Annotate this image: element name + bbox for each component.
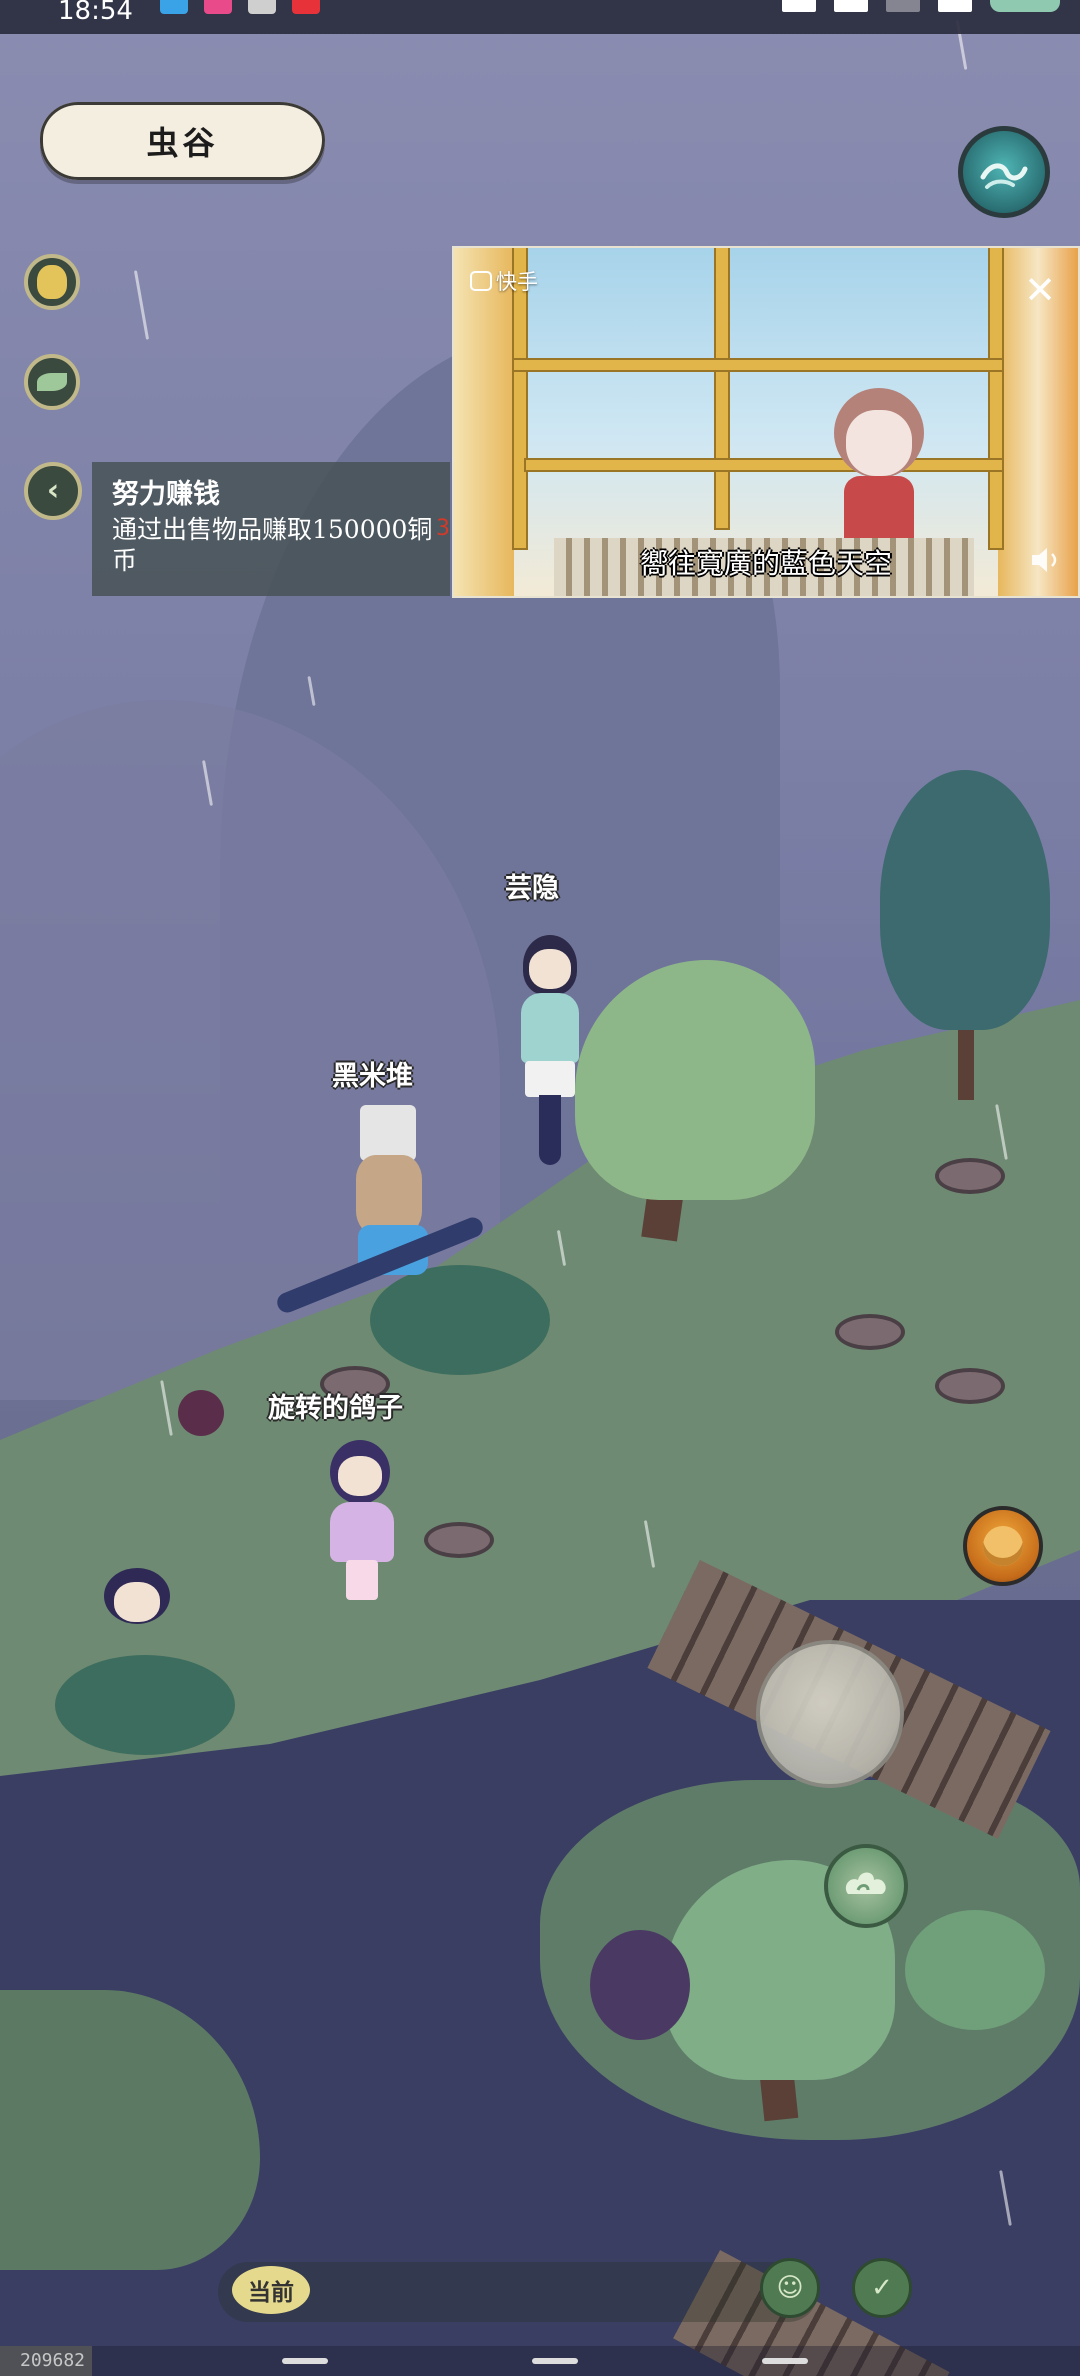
signal-icon xyxy=(834,0,868,12)
quest-count: 3 xyxy=(436,516,450,541)
tree-stump xyxy=(835,1314,905,1350)
speaker-icon[interactable] xyxy=(1028,544,1064,576)
rain-streak xyxy=(133,270,150,340)
window-frame xyxy=(716,248,728,528)
spider-creature[interactable] xyxy=(178,1390,224,1436)
status-indicators xyxy=(782,0,1060,12)
close-icon[interactable]: ✕ xyxy=(1020,270,1060,310)
cloud-skill-button[interactable] xyxy=(824,1844,908,1928)
bag-button[interactable] xyxy=(24,254,80,310)
location-badge[interactable]: 虫谷 xyxy=(40,102,325,180)
quest-panel[interactable]: 努力赚钱 通过出售物品赚取150000铜币 3 xyxy=(92,462,450,596)
cartoon-girl xyxy=(824,388,934,538)
emoji-button[interactable]: ☺ xyxy=(760,2258,820,2318)
location-name: 虫谷 xyxy=(146,124,219,162)
pip-brand-label: 快手 xyxy=(496,270,538,294)
cloud-swirl-icon xyxy=(845,1872,886,1894)
dark-boulder xyxy=(590,1930,690,2040)
wave-icon xyxy=(980,163,1028,189)
uid-label: 209682 xyxy=(0,2346,92,2376)
character-name-heimidui: 黑米堆 xyxy=(332,1061,413,1092)
leaf-button[interactable] xyxy=(24,354,80,410)
app-notification-icon xyxy=(204,0,232,14)
bush xyxy=(905,1910,1045,2030)
pip-brand: 快手 xyxy=(470,266,538,296)
window-frame xyxy=(514,360,1002,370)
nav-menu-icon[interactable] xyxy=(282,2358,328,2364)
nav-home-icon[interactable] xyxy=(532,2358,578,2364)
character-name-yunyin: 芸隐 xyxy=(505,873,559,904)
app-notification-icon xyxy=(248,0,276,14)
tree-stump xyxy=(424,1522,494,1558)
app-notification-icon xyxy=(292,0,320,14)
quest-description: 通过出售物品赚取150000铜币 xyxy=(112,515,433,575)
wifi-icon xyxy=(938,0,972,12)
tree-stump xyxy=(935,1368,1005,1404)
hd-icon xyxy=(782,0,816,12)
character-small[interactable] xyxy=(98,1568,178,1638)
video-caption: 嚮往寬廣的藍色天空 xyxy=(639,547,892,580)
character-yunyin[interactable] xyxy=(505,935,595,1165)
signal-weak-icon xyxy=(886,0,920,12)
pet-avatar-button[interactable] xyxy=(963,1506,1043,1586)
window-frame xyxy=(990,248,1002,548)
pine-tree xyxy=(880,770,1050,1030)
action-button[interactable]: ✓ xyxy=(852,2258,912,2318)
check-icon: ✓ xyxy=(871,2273,893,2303)
kuaishou-logo-icon xyxy=(470,271,492,291)
tree-stump xyxy=(935,1158,1005,1194)
quest-title: 努力赚钱 xyxy=(112,479,220,510)
leaf-icon xyxy=(37,373,67,391)
battery-icon xyxy=(990,0,1060,12)
monkey-face-icon xyxy=(983,1526,1023,1566)
app-notification-icon xyxy=(160,0,188,14)
virtual-joystick[interactable] xyxy=(756,1640,904,1788)
smile-icon: ☺ xyxy=(776,2273,804,2303)
current-channel-button[interactable]: 当前 xyxy=(232,2266,310,2314)
wave-skill-button[interactable] xyxy=(958,126,1050,218)
gourd-icon xyxy=(37,265,67,299)
nav-back-icon[interactable] xyxy=(762,2358,808,2364)
status-time: 18:54 xyxy=(58,0,133,26)
quest-collapse-button[interactable]: ‹ xyxy=(24,462,82,520)
status-bar: 18:54 xyxy=(0,0,1080,34)
character-xuanzhuan[interactable] xyxy=(312,1440,412,1600)
chevron-left-icon: ‹ xyxy=(46,473,60,508)
video-pip-window[interactable]: 快手 ✕ 嚮往寬廣的藍色天空 xyxy=(452,246,1080,598)
system-nav-bar xyxy=(92,2346,1080,2376)
character-name-xuanzhuan: 旋转的鸽子 xyxy=(268,1393,403,1424)
flower-bush xyxy=(55,1655,235,1755)
